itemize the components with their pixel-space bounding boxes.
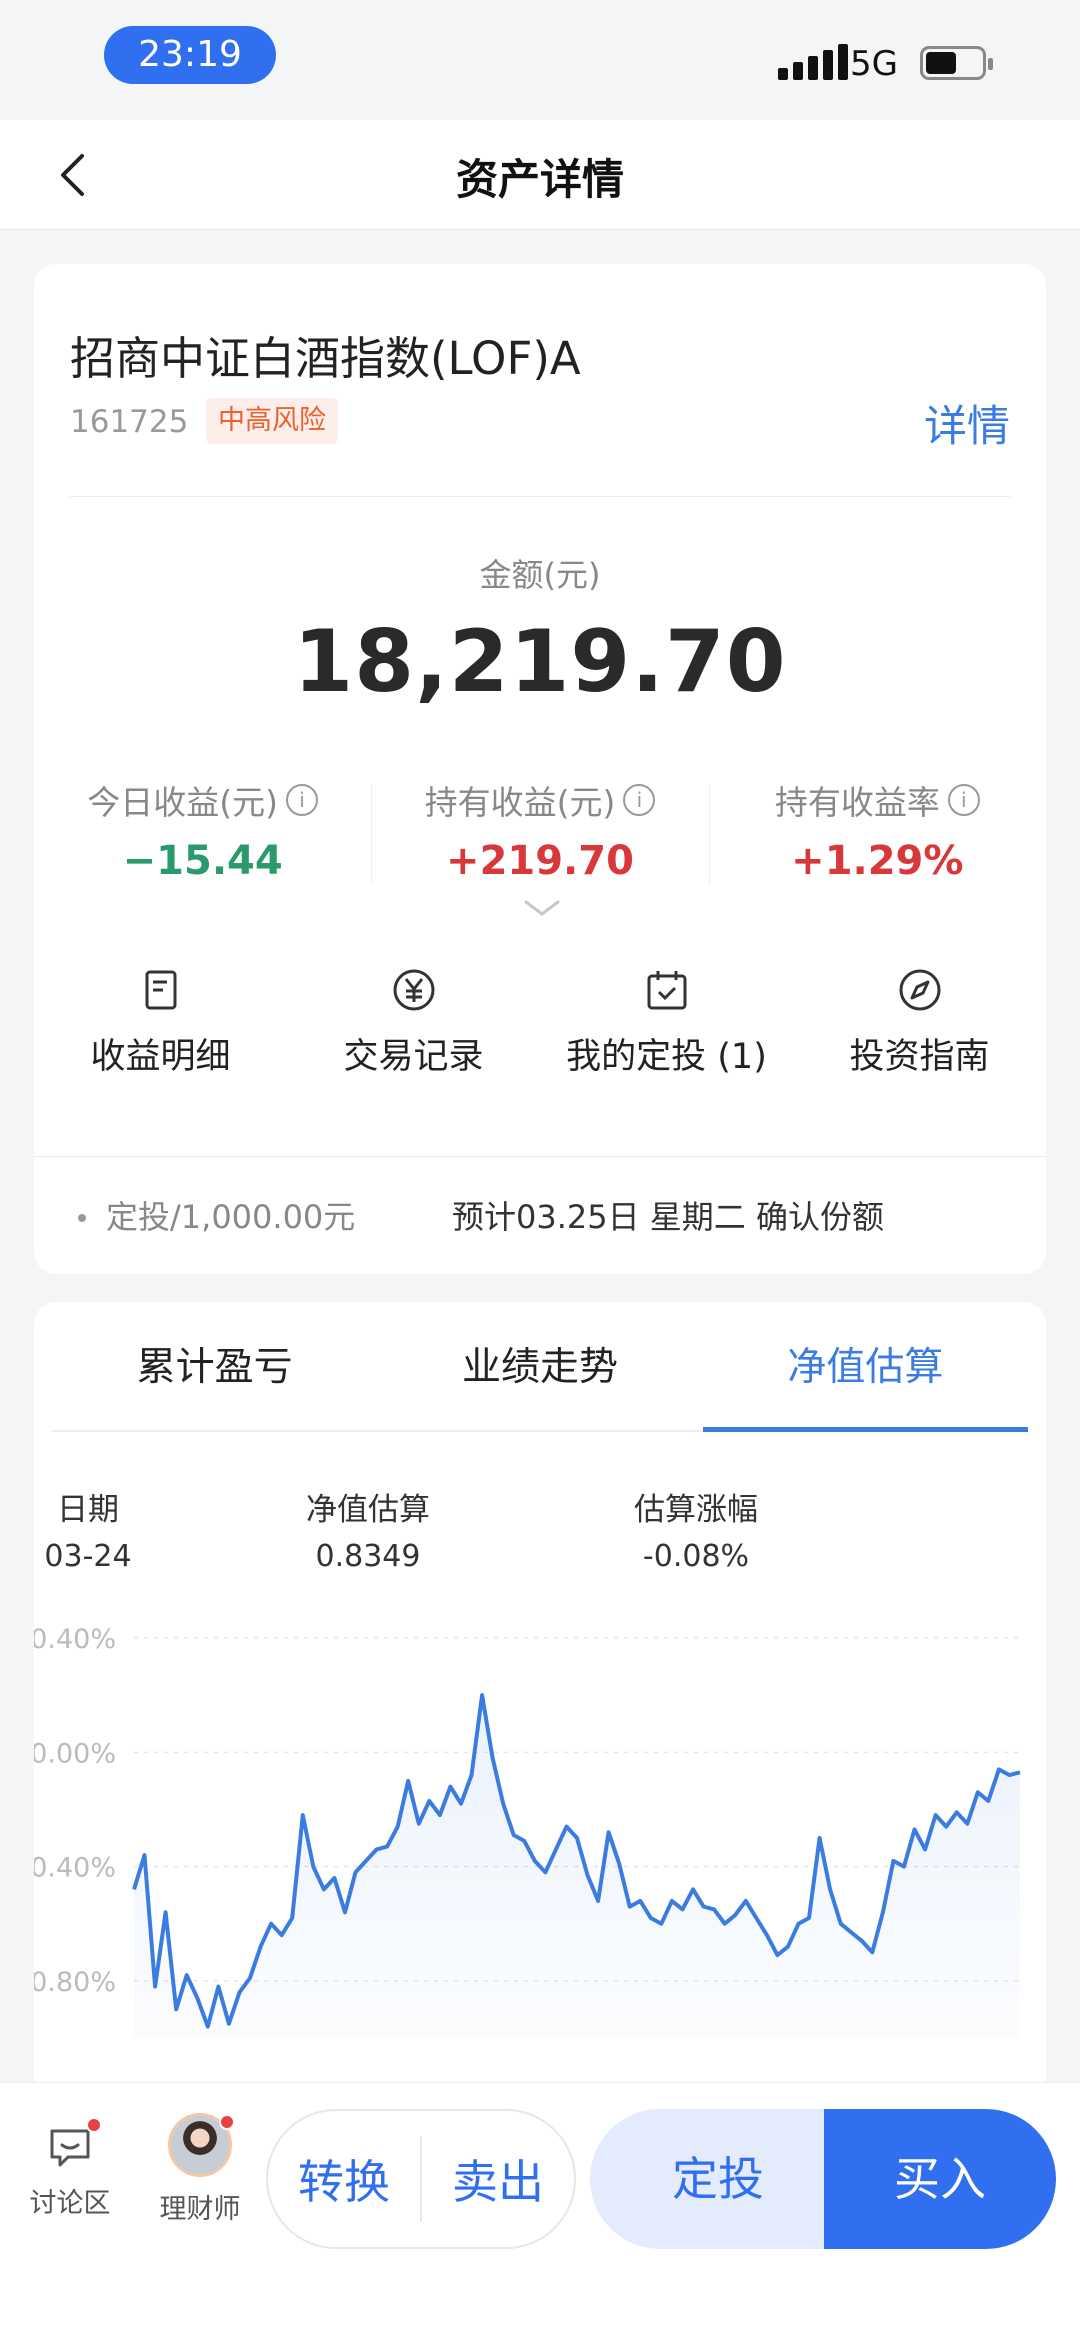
action-earnings-detail[interactable]: 收益明细 — [34, 968, 287, 1077]
stat-value: +1.29% — [791, 838, 964, 884]
dca-plan-amount[interactable]: 定投/1,000.00元 — [106, 1192, 355, 1238]
risk-badge: 中高风险 — [206, 398, 338, 444]
earnings-stats: 今日收益(元) i −15.44 持有收益(元) i +219.70 持有收益率 i … — [34, 776, 1046, 886]
divider — [70, 496, 1010, 497]
info-icon[interactable]: i — [947, 784, 980, 816]
nav-date-label: 日期 — [57, 1492, 119, 1528]
action-my-dca[interactable]: 我的定投 (1) — [540, 968, 793, 1077]
status-time: 23:19 — [104, 26, 276, 84]
nav-estimate-label: 净值估算 — [306, 1492, 430, 1528]
action-label: 投资指南 — [849, 1037, 990, 1077]
nav-change: 估算涨幅 -0.08% — [566, 1484, 826, 1574]
advisor-button[interactable]: 理财师 — [150, 2113, 250, 2226]
quick-actions: 收益明细 交易记录 我的定投 (1) 投资指南 — [34, 968, 1046, 1077]
action-label: 收益明细 — [90, 1037, 231, 1077]
stat-today: 今日收益(元) i −15.44 — [34, 776, 371, 886]
calendar-check-icon — [647, 971, 686, 1010]
info-icon[interactable]: i — [286, 784, 319, 816]
nav-change-label: 估算涨幅 — [634, 1492, 758, 1528]
chat-icon — [46, 2117, 102, 2171]
status-bar: 23:19 5G — [0, 0, 1080, 120]
nav-date-value: 03-24 — [44, 1539, 132, 1574]
info-icon[interactable]: i — [623, 784, 656, 816]
bullet-icon — [78, 1214, 86, 1222]
nav-info: 日期 03-24 净值估算 0.8349 估算涨幅 -0.08% — [34, 1484, 1046, 1574]
action-trade-records[interactable]: 交易记录 — [287, 968, 540, 1077]
nav-estimate: 净值估算 0.8349 — [238, 1484, 498, 1574]
y-tick-label: -0.40% — [34, 1853, 116, 1884]
stat-holding-rate: 持有收益率 i +1.29% — [708, 776, 1046, 886]
nav-estimate-value: 0.8349 — [315, 1539, 421, 1574]
sell-button[interactable]: 卖出 — [422, 2146, 574, 2212]
signal-icon — [778, 44, 848, 80]
notification-dot — [86, 2117, 102, 2133]
switch-sell-group: 转换 卖出 — [266, 2109, 576, 2249]
battery-icon — [920, 46, 993, 80]
amount-label: 金额(元) — [479, 556, 601, 594]
action-invest-guide[interactable]: 投资指南 — [793, 968, 1046, 1077]
y-tick-label: 0.00% — [34, 1738, 116, 1769]
nav-change-value: -0.08% — [642, 1539, 750, 1574]
advisor-avatar — [168, 2113, 235, 2177]
asset-summary-card: 招商中证白酒指数(LOF)A 161725 中高风险 详情 金额(元) 18,2… — [34, 264, 1046, 1274]
action-label: 我的定投 (1) — [566, 1037, 767, 1077]
tab-nav-estimate[interactable]: 净值估算 — [702, 1302, 1029, 1432]
nav-estimate-chart[interactable]: 0.40% 0.00% -0.40% -0.80% — [34, 1618, 1046, 2038]
nav-date: 日期 03-24 — [0, 1484, 268, 1574]
dca-button[interactable]: 定投 — [590, 2109, 846, 2249]
switch-button[interactable]: 转换 — [268, 2146, 420, 2212]
chevron-down-icon[interactable] — [522, 896, 562, 920]
tab-cumulative-pnl[interactable]: 累计盈亏 — [52, 1302, 377, 1430]
fund-detail-link[interactable]: 详情 — [924, 392, 1010, 454]
y-tick-label: -0.80% — [34, 1967, 116, 1998]
y-tick-label: 0.40% — [34, 1624, 116, 1655]
divider — [34, 1156, 1046, 1157]
action-label: 交易记录 — [343, 1037, 484, 1077]
stat-value: −15.44 — [122, 838, 283, 884]
chart-tabs: 累计盈亏 业绩走势 净值估算 — [52, 1302, 1029, 1432]
dca-plan-note: 预计03.25日 星期二 确认份额 — [452, 1198, 884, 1236]
compass-icon — [899, 969, 940, 1011]
buy-button[interactable]: 买入 — [824, 2109, 1056, 2249]
header: 资产详情 — [0, 120, 1080, 230]
discussion-button[interactable]: 讨论区 — [22, 2117, 118, 2220]
advisor-label: 理财师 — [159, 2194, 241, 2225]
network-type: 5G — [850, 44, 898, 84]
stat-label: 今日收益(元) — [87, 783, 279, 822]
fund-code: 161725 — [70, 404, 189, 440]
bottom-action-bar: 讨论区 理财师 转换 卖出 定投 买入 — [0, 2082, 1080, 2337]
fund-name: 招商中证白酒指数(LOF)A — [70, 332, 581, 385]
document-icon — [145, 970, 176, 1010]
yuan-circle-icon — [393, 969, 434, 1011]
stat-holding: 持有收益(元) i +219.70 — [371, 776, 708, 886]
tab-performance[interactable]: 业绩走势 — [377, 1302, 702, 1430]
notification-dot — [219, 2114, 235, 2130]
stat-label: 持有收益(元) — [424, 783, 616, 822]
amount-value: 18,219.70 — [293, 612, 787, 712]
discussion-label: 讨论区 — [29, 2188, 111, 2219]
stat-label: 持有收益率 — [774, 783, 940, 822]
stat-value: +219.70 — [446, 838, 634, 884]
page-title: 资产详情 — [455, 155, 624, 204]
